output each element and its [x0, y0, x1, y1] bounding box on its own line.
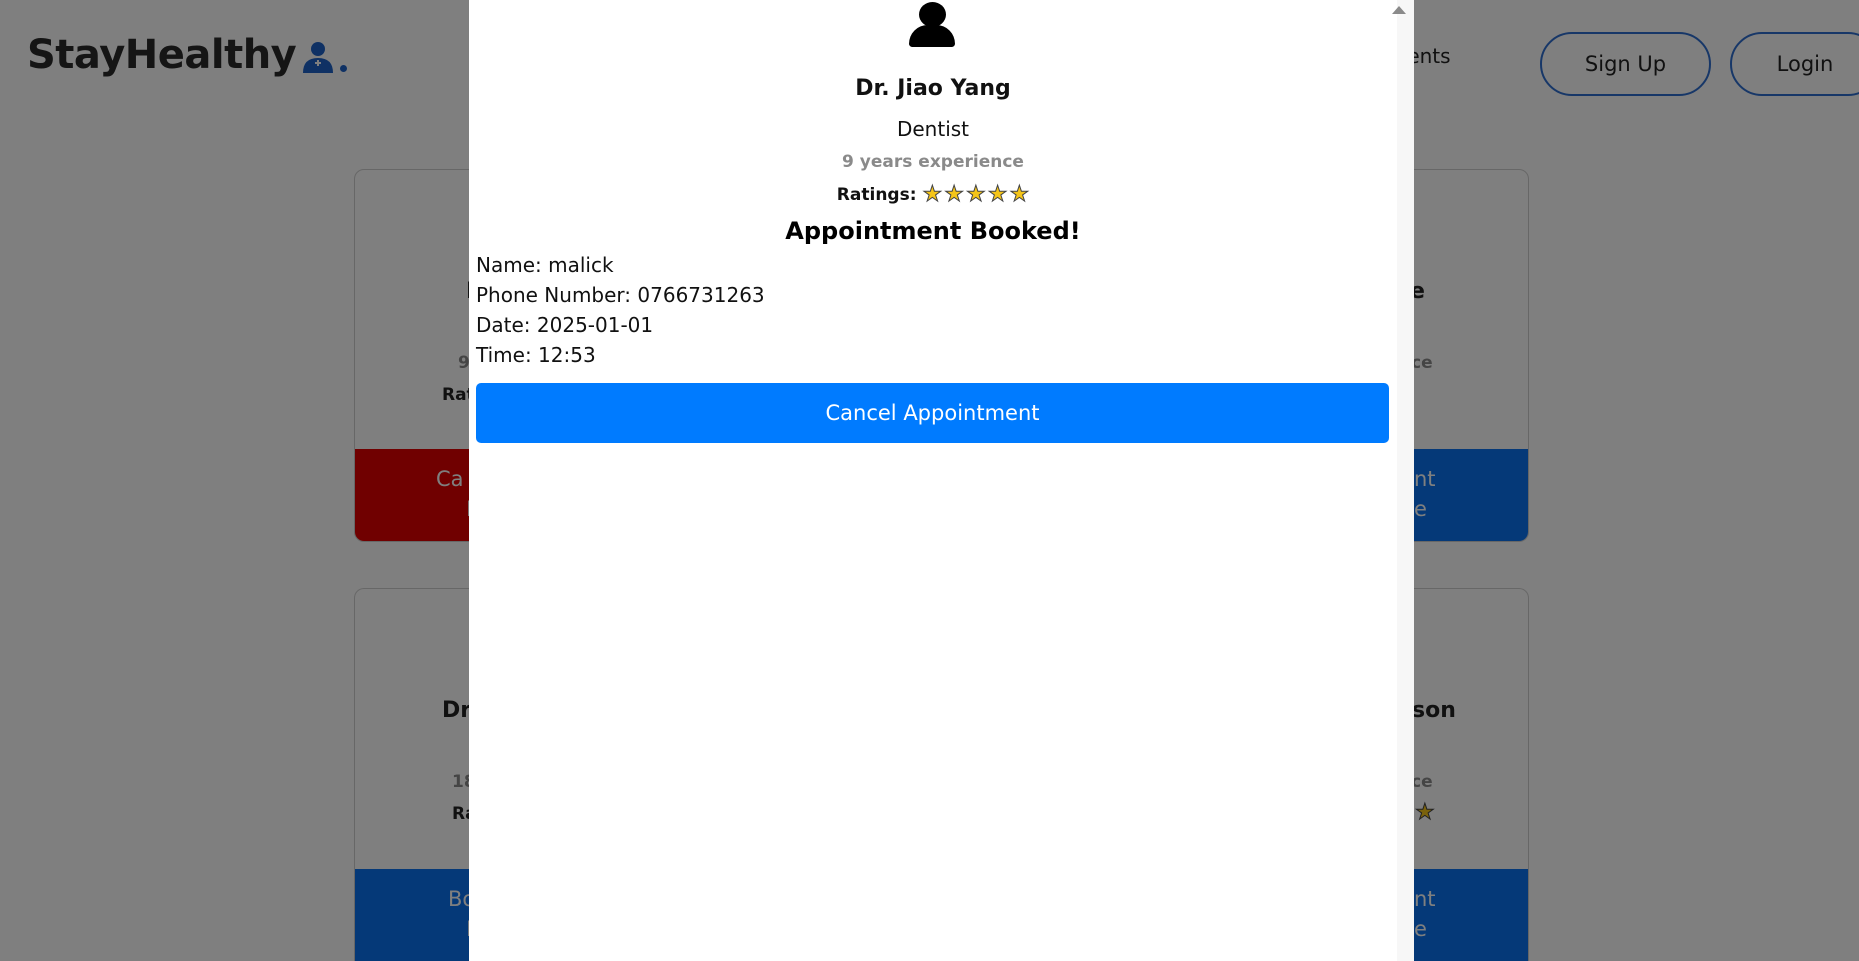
user-avatar-icon: [909, 0, 955, 48]
appointment-modal: Dr. Jiao Yang Dentist 9 years experience…: [469, 0, 1414, 961]
scrollbar[interactable]: [1392, 0, 1414, 961]
modal-content: Dr. Jiao Yang Dentist 9 years experience…: [469, 0, 1397, 961]
patient-phone: Phone Number: 0766731263: [476, 283, 765, 307]
rating-stars: ★★★★★: [921, 182, 1030, 207]
doctor-speciality: Dentist: [896, 117, 970, 141]
star-icon: ★: [944, 182, 965, 207]
booked-heading: Appointment Booked!: [785, 217, 1081, 245]
star-icon: ★: [987, 182, 1008, 207]
star-icon: ★: [922, 182, 943, 207]
cancel-appointment-button[interactable]: Cancel Appointment: [476, 383, 1389, 443]
appointment-date: Date: 2025-01-01: [476, 313, 654, 337]
appointment-time: Time: 12:53: [476, 343, 596, 367]
patient-name: Name: malick: [476, 253, 614, 277]
star-icon: ★: [1009, 182, 1030, 207]
doctor-ratings: Ratings: ★★★★★: [469, 182, 1397, 207]
doctor-name: Dr. Jiao Yang: [855, 76, 1011, 101]
star-icon: ★: [965, 182, 986, 207]
doctor-experience: 9 years experience: [842, 152, 1024, 172]
ratings-label: Ratings:: [836, 185, 917, 205]
